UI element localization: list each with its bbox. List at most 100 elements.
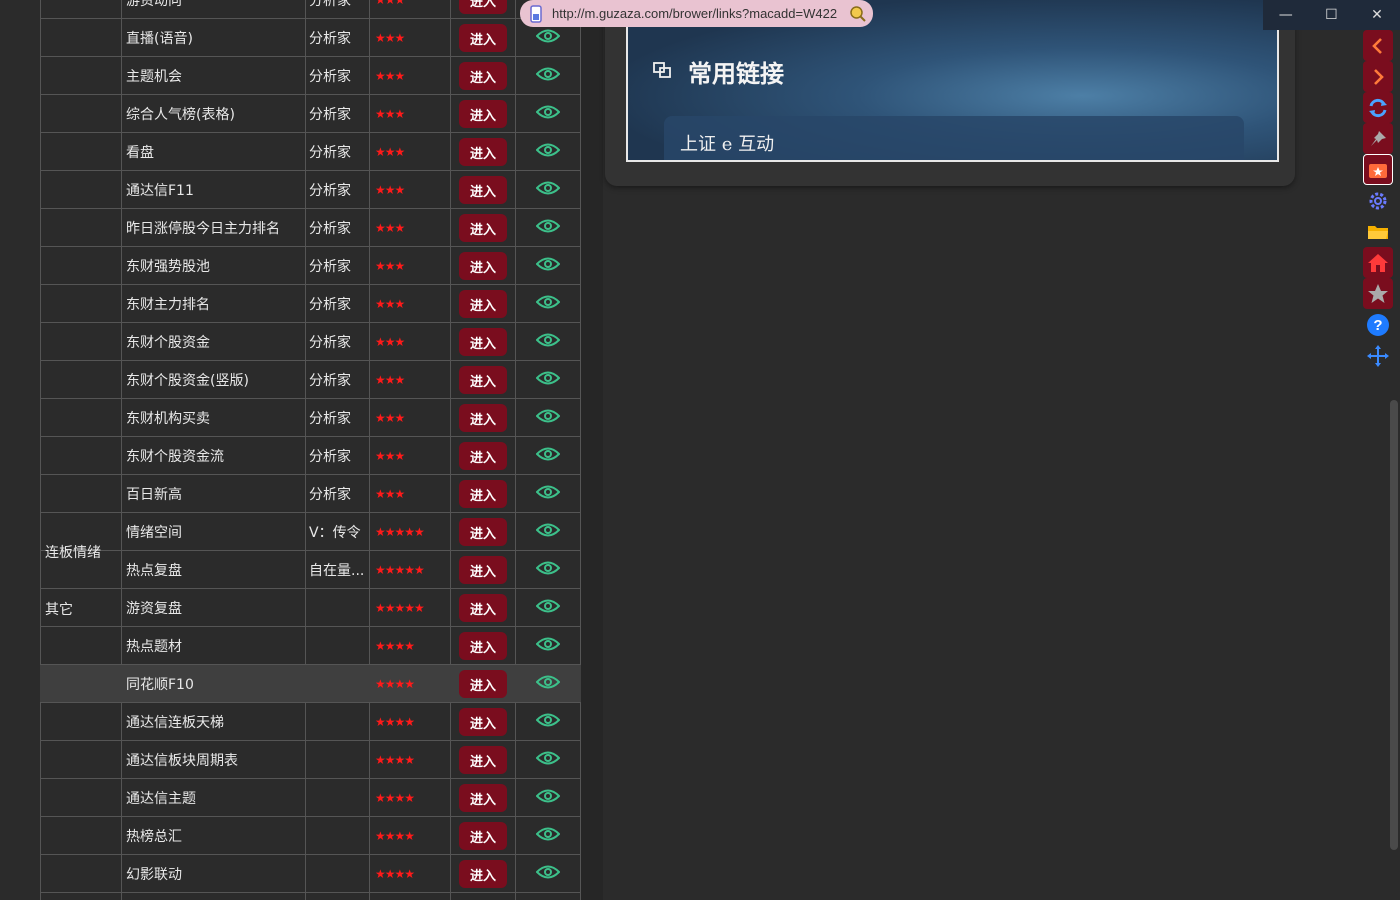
row-name: 东财个股资金(竖版) xyxy=(126,373,249,389)
row-name: 直播(语音) xyxy=(126,31,193,47)
eye-icon[interactable] xyxy=(535,712,560,728)
row-type xyxy=(309,741,369,779)
row-type: 分析家 xyxy=(309,221,351,237)
preview-cell xyxy=(515,399,580,437)
search-icon[interactable] xyxy=(849,5,867,23)
enter-cell: 进入 xyxy=(451,741,515,779)
table-row: 通达信主题 ★★★★ 进入 xyxy=(40,779,581,817)
maximize-button[interactable]: ☐ xyxy=(1309,0,1355,30)
enter-button[interactable]: 进入 xyxy=(459,214,507,242)
eye-icon[interactable] xyxy=(535,408,560,424)
row-rating: ★★★ xyxy=(375,335,405,349)
enter-button[interactable]: 进入 xyxy=(459,518,507,546)
row-type: 分析家 xyxy=(309,69,351,85)
enter-button[interactable]: 进入 xyxy=(459,442,507,470)
preview-cell xyxy=(515,57,580,95)
eye-icon[interactable] xyxy=(535,674,560,690)
preview-cell xyxy=(515,817,580,855)
eye-icon[interactable] xyxy=(535,750,560,766)
row-rating: ★★★ xyxy=(375,0,405,7)
eye-icon[interactable] xyxy=(535,294,560,310)
enter-button[interactable]: 进入 xyxy=(459,24,507,52)
preview-cell xyxy=(515,551,580,589)
enter-button[interactable]: 进入 xyxy=(459,100,507,128)
enter-button[interactable]: 进入 xyxy=(459,480,507,508)
enter-button[interactable]: 进入 xyxy=(459,670,507,698)
preview-cell xyxy=(515,209,580,247)
eye-icon[interactable] xyxy=(535,788,560,804)
close-button[interactable]: ✕ xyxy=(1354,0,1400,30)
eye-icon[interactable] xyxy=(535,522,560,538)
url-bar[interactable]: http://m.guzaza.com/brower/links?macadd=… xyxy=(520,0,873,27)
eye-icon[interactable] xyxy=(535,142,560,158)
enter-button[interactable]: 进入 xyxy=(459,138,507,166)
enter-button[interactable]: 进入 xyxy=(459,290,507,318)
enter-button[interactable]: 进入 xyxy=(459,708,507,736)
row-rating: ★★★★ xyxy=(375,677,415,691)
refresh-button[interactable] xyxy=(1363,92,1393,123)
eye-icon[interactable] xyxy=(535,484,560,500)
enter-cell: 进入 xyxy=(451,0,515,19)
row-rating: ★★★★★ xyxy=(375,563,425,577)
row-type: 自在量... xyxy=(309,563,365,579)
row-type xyxy=(309,817,369,855)
eye-icon[interactable] xyxy=(535,256,560,272)
eye-icon[interactable] xyxy=(535,598,560,614)
back-button[interactable] xyxy=(1363,30,1393,61)
table-row: 综合人气榜(表格) 分析家 ★★★ 进入 xyxy=(40,95,581,133)
row-rating: ★★★★ xyxy=(375,829,415,843)
enter-button[interactable]: 进入 xyxy=(459,746,507,774)
scrollbar[interactable] xyxy=(1390,400,1398,850)
preview-cell xyxy=(515,855,580,893)
eye-icon[interactable] xyxy=(535,332,560,348)
eye-icon[interactable] xyxy=(535,28,560,44)
enter-button[interactable]: 进入 xyxy=(459,594,507,622)
enter-button[interactable]: 进入 xyxy=(459,176,507,204)
row-rating: ★★★★ xyxy=(375,639,415,653)
minimize-button[interactable]: — xyxy=(1263,0,1309,30)
row-name: 通达信连板天梯 xyxy=(126,715,224,731)
eye-icon[interactable] xyxy=(535,66,560,82)
preview-cell xyxy=(515,627,580,665)
enter-button[interactable]: 进入 xyxy=(459,252,507,280)
preview-cell xyxy=(515,247,580,285)
table-row: 直播(语音) 分析家 ★★★ 进入 xyxy=(40,19,581,57)
eye-icon[interactable] xyxy=(535,218,560,234)
link-card-sse-interaction[interactable]: 上证 e 互动 xyxy=(664,116,1244,160)
enter-button[interactable]: 进入 xyxy=(459,556,507,584)
pin-button[interactable] xyxy=(1363,123,1393,154)
eye-icon[interactable] xyxy=(535,864,560,880)
enter-button[interactable]: 进入 xyxy=(459,860,507,888)
eye-icon[interactable] xyxy=(535,104,560,120)
row-rating: ★★★★★ xyxy=(375,525,425,539)
enter-cell: 进入 xyxy=(451,475,515,513)
eye-icon[interactable] xyxy=(535,180,560,196)
table-row: 游资动向 分析家 ★★★ 进入 xyxy=(40,0,581,19)
row-type xyxy=(309,589,369,627)
move-icon xyxy=(1367,344,1389,367)
enter-button[interactable]: 进入 xyxy=(459,784,507,812)
forward-button[interactable] xyxy=(1363,61,1393,92)
home-button[interactable] xyxy=(1363,247,1393,278)
eye-icon[interactable] xyxy=(535,826,560,842)
eye-icon[interactable] xyxy=(535,636,560,652)
enter-button[interactable]: 进入 xyxy=(459,822,507,850)
enter-cell: 进入 xyxy=(451,665,515,703)
help-button[interactable]: ? xyxy=(1363,309,1393,340)
eye-icon[interactable] xyxy=(535,446,560,462)
enter-button[interactable]: 进入 xyxy=(459,0,507,14)
eye-icon[interactable] xyxy=(535,560,560,576)
table-row: 幻影联动 ★★★★ 进入 xyxy=(40,855,581,893)
enter-button[interactable]: 进入 xyxy=(459,328,507,356)
row-name: 通达信F11 xyxy=(126,183,194,199)
enter-button[interactable]: 进入 xyxy=(459,62,507,90)
settings-button[interactable] xyxy=(1363,185,1393,216)
enter-button[interactable]: 进入 xyxy=(459,632,507,660)
eye-icon[interactable] xyxy=(535,370,560,386)
enter-button[interactable]: 进入 xyxy=(459,366,507,394)
bookmark-folder-button[interactable] xyxy=(1363,154,1393,185)
favorite-button[interactable] xyxy=(1363,278,1393,309)
enter-button[interactable]: 进入 xyxy=(459,404,507,432)
move-button[interactable] xyxy=(1363,340,1393,371)
open-folder-button[interactable] xyxy=(1363,216,1393,247)
